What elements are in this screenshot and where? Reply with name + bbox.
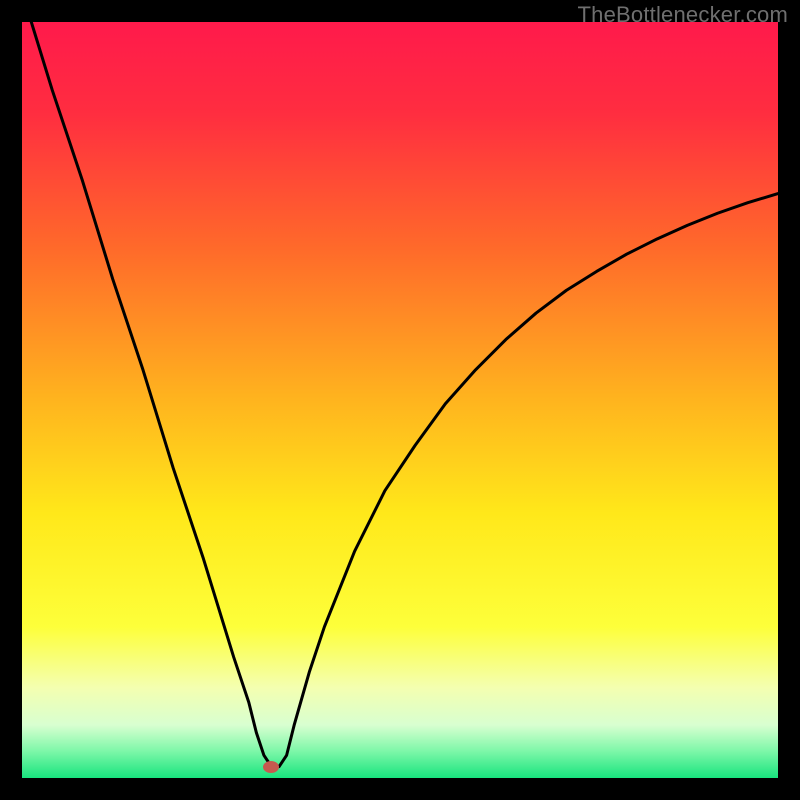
curve-layer: [22, 22, 778, 778]
plot-area: [22, 22, 778, 778]
bottleneck-curve-path: [22, 22, 778, 767]
optimal-point-marker: [263, 761, 279, 773]
watermark-text: TheBottlenecker.com: [578, 2, 788, 28]
chart-frame: TheBottlenecker.com: [0, 0, 800, 800]
